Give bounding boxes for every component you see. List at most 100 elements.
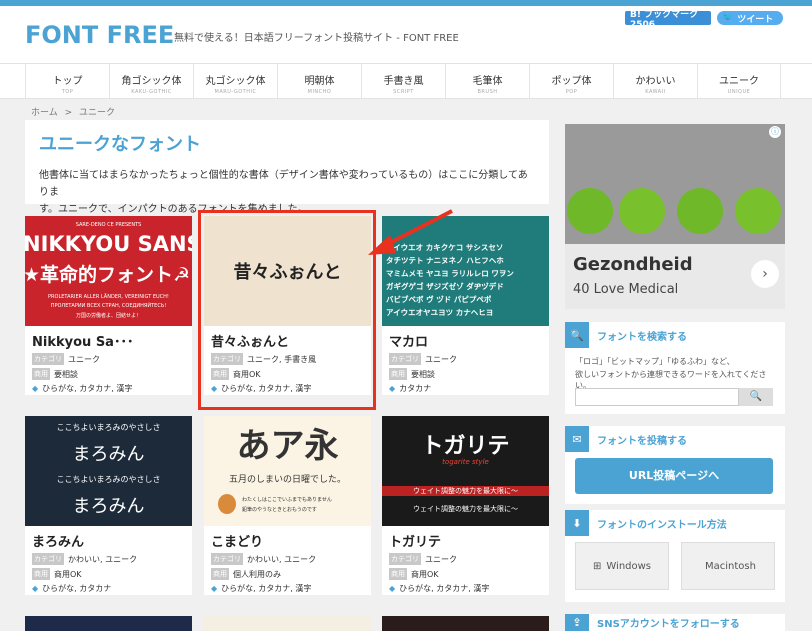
search-widget: 🔍 フォントを検索する 「ロゴ」「ビットマップ」「ゆるふわ」など、 欲しいフォン…	[565, 322, 785, 414]
nav-label: 毛筆体	[472, 76, 503, 87]
intro-line-1: 他書体に当てはまらなかったちょっと個性的な書体（デザイン書体や変わっているもの）…	[39, 170, 528, 198]
license-tag: 商用	[211, 568, 229, 580]
tweet-button[interactable]: 🐦 ツイート	[717, 11, 783, 25]
category-tag: カテゴリ	[389, 353, 421, 365]
category-value[interactable]: かわいい, ユニーク	[247, 554, 316, 565]
mail-icon: ✉	[565, 426, 589, 452]
url-post-button[interactable]: URL投稿ページへ	[575, 458, 773, 494]
font-card-nikkyou-sans[interactable]: SARE-DENO CE PRESENTS NIKKYOU SANS ★革命的フ…	[25, 216, 192, 395]
nav-item-top[interactable]: トップ TOP	[25, 64, 109, 98]
bird-mascot-icon	[218, 494, 236, 514]
nav-label: ユニーク	[719, 76, 759, 87]
license-value: 商用OK	[54, 569, 82, 579]
nav-item-brush[interactable]: 毛筆体 BRUSH	[445, 64, 529, 98]
search-input[interactable]	[575, 388, 739, 406]
font-card-partial-1[interactable]	[25, 616, 192, 631]
windows-label: Windows	[606, 560, 652, 572]
font-thumbnail[interactable]: ここちよいまろみのやさしさ まろみん ここちよいまろみのやさしさ まろみん	[25, 416, 192, 526]
thumb-headline: トガリテ	[421, 434, 510, 459]
thumb-headline: NIKKYOU SANS	[25, 232, 192, 256]
nav-item-script[interactable]: 手書き風 SCRIPT	[361, 64, 445, 98]
nav-label: かわいい	[635, 76, 676, 87]
license-tag: 商用	[32, 568, 50, 580]
charset-value: ひらがな, カタカナ, 漢字	[42, 384, 133, 393]
nav-label: ポップ体	[551, 76, 592, 87]
font-title[interactable]: Nikkyou Sa･･･	[25, 326, 192, 350]
windows-install-button[interactable]: ⊞ Windows	[575, 542, 669, 590]
font-thumbnail[interactable]: トガリテ togarite style ウェイト調整の魅力を最大限に～ ウェイト…	[382, 416, 549, 526]
thumb-line-3: ウェイト調整の魅力を最大限に～	[382, 486, 549, 496]
thumb-subline: ★革命的フォント☭	[25, 264, 191, 286]
license-row: 商用 要相談	[25, 368, 192, 380]
site-logo[interactable]: FONT FREE	[25, 21, 174, 49]
font-title[interactable]: こまどり	[204, 526, 371, 550]
thumb-line-2: togarite style	[442, 458, 489, 466]
breadcrumb-current: ユニーク	[79, 108, 116, 118]
category-value[interactable]: ユニーク	[425, 354, 457, 365]
search-icon: 🔍	[565, 322, 589, 348]
ad-title: Gezondheid	[573, 254, 693, 275]
charset-value: ひらがな, カタカナ, 漢字	[221, 584, 312, 593]
tweet-label: ツイート	[737, 14, 774, 25]
thumb-line-2: まろみん	[72, 444, 145, 465]
font-card-togarite[interactable]: トガリテ togarite style ウェイト調整の魅力を最大限に～ ウェイト…	[382, 416, 549, 595]
category-row: カテゴリ かわいい, ユニーク	[25, 553, 192, 565]
thumb-line-4: ウェイト調整の魅力を最大限に～	[413, 505, 518, 513]
font-title[interactable]: マカロ	[382, 326, 549, 350]
page-title: ユニークなフォント	[39, 134, 201, 155]
nav-sublabel: KAKU-GOTHIC	[131, 89, 172, 95]
nav-item-kaku-gothic[interactable]: 角ゴシック体 KAKU-GOTHIC	[109, 64, 193, 98]
category-tag: カテゴリ	[32, 553, 64, 565]
thumb-headline: あア永	[236, 426, 339, 466]
nav-sublabel: BRUSH	[477, 89, 498, 95]
font-title[interactable]: トガリテ	[382, 526, 549, 550]
license-tag: 商用	[389, 568, 407, 580]
nav-item-mincho[interactable]: 明朝体 MINCHO	[277, 64, 361, 98]
breadcrumb-home[interactable]: ホーム	[31, 108, 58, 118]
charset-row: ◆ カタカナ	[382, 383, 549, 394]
nav-item-kawaii[interactable]: かわいい KAWAII	[613, 64, 697, 98]
apple-icon	[677, 188, 723, 234]
search-widget-title: フォントを検索する	[597, 331, 687, 343]
hatena-bookmark-button[interactable]: B! ブックマーク 2506	[625, 10, 711, 30]
apple-icon	[735, 188, 781, 234]
category-value[interactable]: かわいい, ユニーク	[68, 554, 137, 565]
thumb-line-5: バビブベボ ヴ ヅド パピプペポ	[386, 295, 492, 304]
charset-row: ◆ ひらがな, カタカナ, 漢字	[204, 583, 371, 594]
category-value[interactable]: ユニーク	[68, 354, 100, 365]
charset-value: ひらがな, カタカナ, 漢字	[399, 584, 490, 593]
annotation-highlight-box	[198, 210, 376, 410]
annotation-arrow-icon	[368, 209, 453, 255]
font-card-partial-2[interactable]	[204, 616, 371, 631]
breadcrumb-separator: >	[64, 108, 73, 118]
category-row: カテゴリ ユニーク	[382, 553, 549, 565]
font-thumbnail[interactable]: あア永 五月のしまいの日曜でした。 わたくしはここでいふまでもありません 鉛筆の…	[204, 416, 371, 526]
search-submit-button[interactable]: 🔍	[739, 388, 773, 406]
sidebar-advertisement[interactable]: ⓘ Gezondheid 40 Love Medical ›	[565, 124, 785, 309]
nav-item-unique[interactable]: ユニーク UNIQUE	[697, 64, 781, 98]
license-value: 要相談	[54, 369, 78, 379]
chevron-right-icon[interactable]: ›	[751, 260, 779, 288]
ad-info-icon[interactable]: ⓘ	[769, 126, 781, 138]
font-thumbnail[interactable]: SARE-DENO CE PRESENTS NIKKYOU SANS ★革命的フ…	[25, 216, 192, 326]
license-row: 商用 要相談	[382, 368, 549, 380]
font-card-partial-3[interactable]	[382, 616, 549, 631]
category-tag: カテゴリ	[211, 553, 243, 565]
charset-row: ◆ ひらがな, カタカナ, 漢字	[25, 383, 192, 394]
nav-item-pop[interactable]: ポップ体 POP	[529, 64, 613, 98]
category-value[interactable]: ユニーク	[425, 554, 457, 565]
nav-item-maru-gothic[interactable]: 丸ゴシック体 MARU-GOTHIC	[193, 64, 277, 98]
category-tag: カテゴリ	[389, 553, 421, 565]
tag-icon: ◆	[389, 384, 396, 393]
mac-install-button[interactable]: Macintosh	[681, 542, 775, 590]
font-card-komadori[interactable]: あア永 五月のしまいの日曜でした。 わたくしはここでいふまでもありません 鉛筆の…	[204, 416, 371, 595]
font-card-maromin[interactable]: ここちよいまろみのやさしさ まろみん ここちよいまろみのやさしさ まろみん まろ…	[25, 416, 192, 595]
category-intro: ユニークなフォント 他書体に当てはまらなかったちょっと個性的な書体（デザイン書体…	[25, 120, 549, 215]
mac-label: Macintosh	[705, 560, 756, 572]
font-title[interactable]: まろみん	[25, 526, 192, 550]
thumb-top-text: SARE-DENO CE PRESENTS	[75, 222, 142, 228]
nav-sublabel: POP	[565, 89, 578, 95]
twitter-bird-icon: 🐦	[722, 13, 734, 23]
license-row: 商用 商用OK	[382, 568, 549, 580]
nav-sublabel: MARU-GOTHIC	[214, 89, 257, 95]
